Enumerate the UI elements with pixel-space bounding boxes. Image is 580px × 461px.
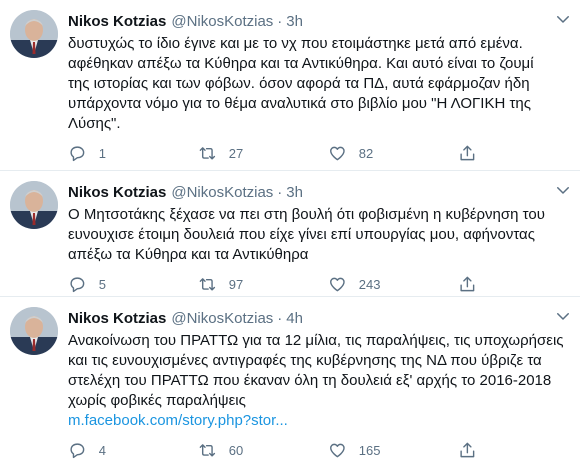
share-icon <box>460 442 475 458</box>
tweet-time[interactable]: 3h <box>286 12 303 32</box>
reply-button[interactable]: 1 <box>68 144 198 163</box>
reply-count: 1 <box>98 145 106 161</box>
separator-dot: · <box>277 184 283 201</box>
retweet-count: 60 <box>228 442 244 458</box>
share-button[interactable] <box>458 144 489 163</box>
avatar[interactable] <box>10 181 58 229</box>
author-handle[interactable]: @NikosKotzias <box>171 12 273 32</box>
retweet-button[interactable]: 97 <box>198 275 328 294</box>
tweet-actions: 1 27 82 <box>68 144 498 163</box>
like-button[interactable]: 165 <box>328 441 458 460</box>
share-icon <box>460 145 475 161</box>
like-count: 165 <box>358 442 381 458</box>
reply-icon <box>70 443 85 459</box>
avatar[interactable] <box>10 307 58 355</box>
reply-icon <box>70 146 85 162</box>
chevron-down-icon[interactable] <box>554 10 572 28</box>
reply-button[interactable]: 4 <box>68 441 198 460</box>
separator-dot: · <box>277 310 283 327</box>
separator-dot: · <box>277 13 283 30</box>
share-button[interactable] <box>458 441 489 460</box>
tweet-feed: Nikos Kotzias @NikosKotzias · 3h δυστυχώ… <box>0 0 580 461</box>
tweet-link[interactable]: m.facebook.com/story.php?stor... <box>68 411 564 431</box>
chevron-down-icon[interactable] <box>554 181 572 199</box>
share-icon <box>460 276 475 292</box>
tweet[interactable]: Nikos Kotzias @NikosKotzias · 4h Ανακοίν… <box>0 297 580 461</box>
tweet-actions: 5 97 243 <box>68 275 498 294</box>
retweet-icon <box>199 278 216 291</box>
like-icon <box>330 277 345 292</box>
tweet-time[interactable]: 3h <box>286 183 303 203</box>
author-name[interactable]: Nikos Kotzias <box>68 183 166 203</box>
tweet-text: Ανακοίνωση του ΠΡΑΤΤΩ για τα 12 μίλια, τ… <box>68 332 564 409</box>
retweet-icon <box>199 444 216 457</box>
avatar[interactable] <box>10 10 58 58</box>
like-count: 82 <box>358 145 374 161</box>
tweet-header: Nikos Kotzias @NikosKotzias · 3h <box>68 183 564 203</box>
retweet-icon <box>199 147 216 160</box>
author-handle[interactable]: @NikosKotzias <box>171 309 273 329</box>
chevron-down-icon[interactable] <box>554 307 572 325</box>
like-count: 243 <box>358 276 381 292</box>
like-button[interactable]: 243 <box>328 275 458 294</box>
retweet-button[interactable]: 27 <box>198 144 328 163</box>
share-button[interactable] <box>458 275 489 294</box>
tweet-time[interactable]: 4h <box>286 309 303 329</box>
tweet-header: Nikos Kotzias @NikosKotzias · 3h <box>68 12 564 32</box>
tweet-text: δυστυχώς το ίδιο έγινε και με το νχ που … <box>68 35 534 132</box>
tweet-actions: 4 60 165 <box>68 441 498 460</box>
like-button[interactable]: 82 <box>328 144 458 163</box>
reply-icon <box>70 277 85 293</box>
retweet-button[interactable]: 60 <box>198 441 328 460</box>
tweet-header: Nikos Kotzias @NikosKotzias · 4h <box>68 309 564 329</box>
tweet-text: Ο Μητσοτάκης ξέχασε να πει στη βουλή ότι… <box>68 206 545 263</box>
tweet[interactable]: Nikos Kotzias @NikosKotzias · 3h δυστυχώ… <box>0 0 580 171</box>
reply-count: 4 <box>98 442 106 458</box>
reply-button[interactable]: 5 <box>68 275 198 294</box>
retweet-count: 97 <box>228 276 244 292</box>
author-name[interactable]: Nikos Kotzias <box>68 309 166 329</box>
tweet[interactable]: Nikos Kotzias @NikosKotzias · 3h Ο Μητσο… <box>0 171 580 297</box>
retweet-count: 27 <box>228 145 244 161</box>
author-handle[interactable]: @NikosKotzias <box>171 183 273 203</box>
like-icon <box>330 146 345 161</box>
like-icon <box>330 443 345 458</box>
reply-count: 5 <box>98 276 106 292</box>
author-name[interactable]: Nikos Kotzias <box>68 12 166 32</box>
